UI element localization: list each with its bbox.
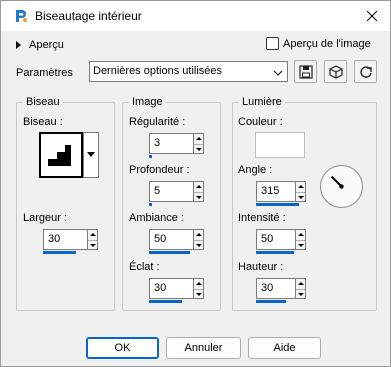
help-button[interactable]: Aide <box>248 337 321 359</box>
ambience-stepper[interactable] <box>193 229 204 250</box>
width-label: Largeur : <box>23 212 68 224</box>
save-icon <box>298 64 313 79</box>
regularity-label: Régularité : <box>129 116 186 128</box>
color-label: Couleur : <box>238 116 283 128</box>
arrow-down-icon[interactable] <box>194 192 203 201</box>
preview-label: Aperçu <box>29 39 64 51</box>
bevel-shape-icon <box>48 145 71 166</box>
intensity-spinner[interactable]: 50 <box>256 229 306 254</box>
ok-button[interactable]: OK <box>86 337 159 359</box>
arrow-down-icon[interactable] <box>296 240 305 249</box>
angle-dial-icon <box>320 165 363 208</box>
intensity-label: Intensité : <box>238 212 286 224</box>
depth-stepper[interactable] <box>193 181 204 202</box>
presets-value: Dernières options utilisées <box>93 65 223 77</box>
triangle-down-icon <box>87 152 95 157</box>
bevel-shape-dropdown[interactable] <box>83 132 99 178</box>
bevel-group-title: Biseau <box>23 96 63 108</box>
shine-fill-bar <box>149 300 182 303</box>
save-preset-button[interactable] <box>294 60 317 83</box>
depth-value[interactable]: 5 <box>149 181 193 202</box>
intensity-stepper[interactable] <box>295 229 306 250</box>
width-fill-bar <box>43 251 76 254</box>
arrow-up-icon[interactable] <box>194 134 203 143</box>
shine-value[interactable]: 30 <box>149 278 193 299</box>
arrow-down-icon[interactable] <box>194 289 203 298</box>
depth-spinner[interactable]: 5 <box>149 181 204 206</box>
width-stepper[interactable] <box>87 229 98 250</box>
height-stepper[interactable] <box>295 278 306 299</box>
angle-value[interactable]: 315 <box>256 181 295 202</box>
window-title: Biseautage intérieur <box>35 9 142 23</box>
regularity-fill-bar <box>149 155 152 158</box>
arrow-down-icon[interactable] <box>296 289 305 298</box>
ambience-value[interactable]: 50 <box>149 229 193 250</box>
app-icon <box>13 8 29 24</box>
arrow-up-icon[interactable] <box>88 230 97 239</box>
arrow-up-icon[interactable] <box>194 182 203 191</box>
cube-icon <box>328 64 343 79</box>
image-preview-checkbox[interactable]: Aperçu de l'image <box>266 37 371 50</box>
depth-fill-bar <box>149 203 152 206</box>
cancel-button[interactable]: Annuler <box>166 337 241 359</box>
shine-stepper[interactable] <box>193 278 204 299</box>
arrow-up-icon[interactable] <box>296 279 305 288</box>
regularity-stepper[interactable] <box>193 133 204 154</box>
angle-spinner[interactable]: 315 <box>256 181 306 206</box>
bevel-dialog: Biseautage intérieur Aperçu Aperçu de l'… <box>0 0 391 367</box>
manage-presets-button[interactable] <box>324 60 347 83</box>
bevel-label: Biseau : <box>23 116 63 128</box>
intensity-value[interactable]: 50 <box>256 229 295 250</box>
angle-fill-bar <box>256 203 299 206</box>
angle-stepper[interactable] <box>295 181 306 202</box>
image-group-title: Image <box>129 96 166 108</box>
close-icon <box>366 11 377 21</box>
arrow-down-icon[interactable] <box>88 240 97 249</box>
bevel-shape-swatch[interactable] <box>39 132 83 178</box>
depth-label: Profondeur : <box>129 164 190 176</box>
regularity-value[interactable]: 3 <box>149 133 193 154</box>
regularity-spinner[interactable]: 3 <box>149 133 204 158</box>
width-spinner[interactable]: 30 <box>43 229 98 254</box>
arrow-down-icon[interactable] <box>296 192 305 201</box>
arrow-up-icon[interactable] <box>296 182 305 191</box>
ambience-label: Ambiance : <box>129 212 185 224</box>
presets-label: Paramètres <box>16 67 73 79</box>
ambience-fill-bar <box>149 251 190 254</box>
title-bar: Biseautage intérieur <box>1 1 390 31</box>
shine-label: Éclat : <box>129 261 160 273</box>
width-value[interactable]: 30 <box>43 229 87 250</box>
close-button[interactable] <box>353 1 390 31</box>
reset-icon <box>359 65 372 78</box>
arrow-down-icon[interactable] <box>194 240 203 249</box>
intensity-fill-bar <box>256 251 294 254</box>
presets-dropdown[interactable]: Dernières options utilisées <box>89 61 288 82</box>
arrow-up-icon[interactable] <box>296 230 305 239</box>
preview-toggle[interactable]: Aperçu <box>16 39 64 51</box>
height-fill-bar <box>256 300 286 303</box>
reset-button[interactable] <box>354 60 377 83</box>
shine-spinner[interactable]: 30 <box>149 278 204 303</box>
triangle-right-icon <box>16 41 21 49</box>
light-group-title: Lumière <box>239 96 285 108</box>
angle-label: Angle : <box>238 164 273 176</box>
arrow-up-icon[interactable] <box>194 279 203 288</box>
angle-dial[interactable] <box>319 164 364 209</box>
chevron-down-icon[interactable] <box>273 67 283 80</box>
image-preview-label: Aperçu de l'image <box>283 37 371 50</box>
ambience-spinner[interactable]: 50 <box>149 229 204 254</box>
checkbox-box[interactable] <box>266 37 279 50</box>
arrow-down-icon[interactable] <box>194 144 203 153</box>
height-spinner[interactable]: 30 <box>256 278 306 303</box>
height-label: Hauteur : <box>238 261 284 273</box>
light-color-swatch[interactable] <box>255 132 305 158</box>
arrow-up-icon[interactable] <box>194 230 203 239</box>
height-value[interactable]: 30 <box>256 278 295 299</box>
